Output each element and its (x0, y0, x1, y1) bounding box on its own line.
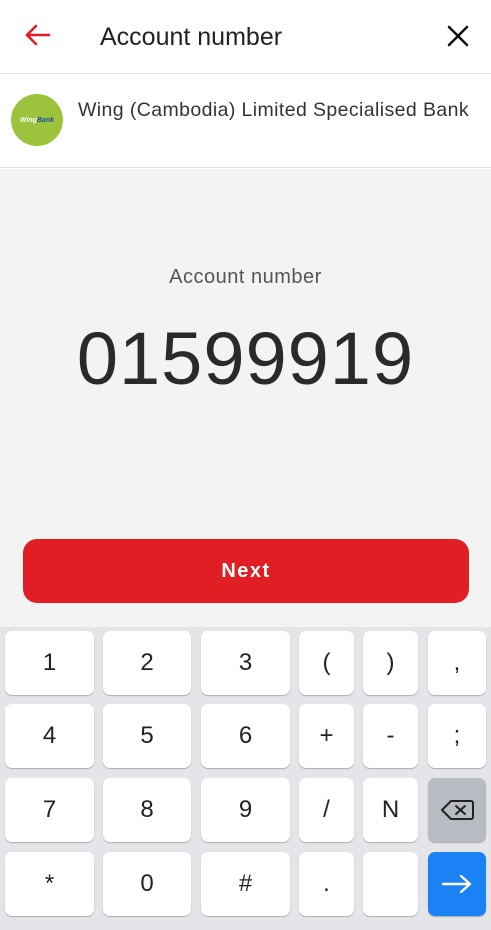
backspace-icon (441, 800, 474, 820)
page-title: Account number (100, 23, 283, 51)
numeric-keyboard: 1 2 3 ( ) , 4 5 6 + - ; 7 8 9 / N * 0 # … (0, 627, 491, 930)
arrow-left-icon (25, 24, 51, 46)
account-display: Account number 01599919 Next (0, 169, 491, 627)
bank-logo: Wing Bank (11, 94, 63, 146)
key-2[interactable]: 2 (103, 631, 191, 695)
key-5[interactable]: 5 (103, 704, 191, 768)
key-4[interactable]: 4 (5, 704, 94, 768)
key-semicolon[interactable]: ; (428, 704, 486, 768)
key-asterisk[interactable]: * (5, 852, 94, 916)
account-number-value: 01599919 (76, 317, 415, 400)
key-8[interactable]: 8 (103, 778, 191, 842)
bank-logo-text-bank: Bank (36, 116, 55, 124)
key-hash[interactable]: # (201, 852, 290, 916)
key-0[interactable]: 0 (103, 852, 191, 916)
app-header: Account number (0, 0, 491, 74)
key-slash[interactable]: / (299, 778, 354, 842)
bank-logo-text-wing: Wing (19, 116, 37, 124)
key-minus[interactable]: - (363, 704, 418, 768)
key-open-paren[interactable]: ( (299, 631, 354, 695)
enter-key[interactable] (428, 852, 486, 916)
close-button[interactable] (444, 22, 472, 50)
key-7[interactable]: 7 (5, 778, 94, 842)
key-plus[interactable]: + (299, 704, 354, 768)
arrow-right-icon (441, 874, 472, 894)
selected-bank: Wing Bank Wing (Cambodia) Limited Special… (0, 75, 491, 168)
key-9[interactable]: 9 (201, 778, 290, 842)
key-n[interactable]: N (363, 778, 418, 842)
backspace-key[interactable] (428, 778, 486, 842)
key-1[interactable]: 1 (5, 631, 94, 695)
account-number-label: Account number (169, 266, 322, 288)
key-close-paren[interactable]: ) (363, 631, 418, 695)
key-blank[interactable] (363, 852, 418, 916)
key-3[interactable]: 3 (201, 631, 290, 695)
key-6[interactable]: 6 (201, 704, 290, 768)
key-period[interactable]: . (299, 852, 354, 916)
close-icon (447, 25, 469, 47)
back-button[interactable] (22, 20, 52, 50)
next-button[interactable]: Next (23, 539, 469, 603)
key-comma[interactable]: , (428, 631, 486, 695)
bank-name: Wing (Cambodia) Limited Specialised Bank (78, 99, 470, 121)
